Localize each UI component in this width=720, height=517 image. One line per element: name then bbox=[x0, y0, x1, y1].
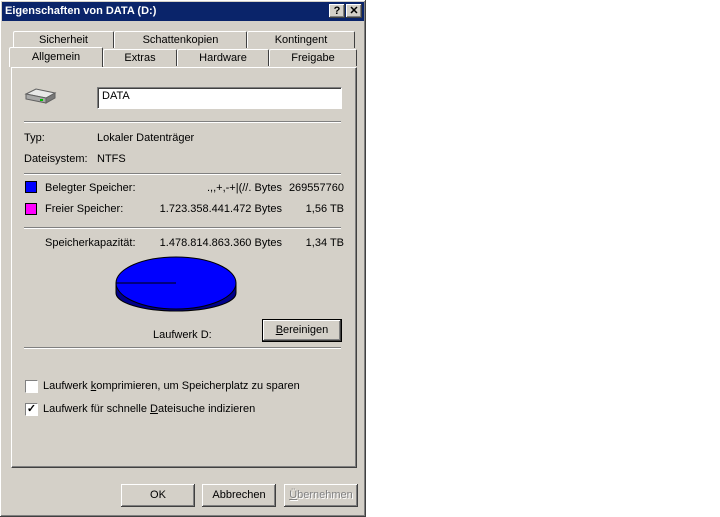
window-title: Eigenschaften von DATA (D:) bbox=[5, 5, 157, 17]
type-value: Lokaler Datenträger bbox=[97, 132, 195, 144]
compress-label-pre: Laufwerk bbox=[43, 380, 91, 392]
divider bbox=[24, 121, 341, 123]
apply-label: bernehmen bbox=[297, 489, 353, 501]
tab-kontingent[interactable]: Kontingent bbox=[247, 31, 355, 48]
tab-freigabe[interactable]: Freigabe bbox=[269, 49, 357, 66]
filesystem-value: NTFS bbox=[97, 153, 126, 165]
divider bbox=[24, 227, 341, 229]
divider bbox=[24, 347, 341, 349]
free-space-label: Freier Speicher: bbox=[45, 203, 124, 215]
used-space-swatch bbox=[25, 181, 37, 193]
tab-sicherheit[interactable]: Sicherheit bbox=[13, 31, 114, 48]
help-button[interactable]: ? bbox=[329, 4, 345, 18]
cleanup-button[interactable]: Bereinigen bbox=[262, 319, 342, 342]
apply-button[interactable]: Übernehmen bbox=[284, 484, 358, 507]
used-space-short: 269557760 bbox=[288, 182, 344, 194]
free-space-bytes: 1.723.358.441.472 Bytes bbox=[159, 203, 282, 215]
index-label-rest: ateisuche indizieren bbox=[157, 403, 256, 415]
free-space-swatch bbox=[25, 203, 37, 215]
apply-accel: Ü bbox=[289, 489, 298, 501]
capacity-short: 1,34 TB bbox=[305, 237, 344, 249]
capacity-bytes: 1.478.814.863.360 Bytes bbox=[159, 237, 282, 249]
tab-allgemein[interactable]: Allgemein bbox=[9, 47, 103, 67]
used-space-label: Belegter Speicher: bbox=[45, 182, 136, 194]
drive-name-input[interactable]: DATA bbox=[97, 87, 342, 109]
usage-pie-chart bbox=[115, 256, 237, 312]
tab-schattenkopien[interactable]: Schattenkopien bbox=[114, 31, 247, 48]
index-accel: D bbox=[150, 403, 158, 415]
ok-button[interactable]: OK bbox=[121, 484, 195, 507]
type-label: Typ: bbox=[24, 132, 45, 144]
used-space-bytes: .,,+,-+|(//. Bytes bbox=[207, 182, 282, 194]
properties-dialog: Eigenschaften von DATA (D:) ? ✕ Sicherhe… bbox=[0, 0, 366, 517]
index-label-pre: Laufwerk für schnelle bbox=[43, 403, 150, 415]
cleanup-label: ereinigen bbox=[283, 324, 329, 336]
title-bar: Eigenschaften von DATA (D:) ? ✕ bbox=[2, 2, 364, 21]
drive-icon bbox=[24, 88, 57, 104]
drive-label: Laufwerk D: bbox=[153, 329, 212, 341]
cleanup-accel: B bbox=[275, 324, 284, 336]
compress-label-rest: omprimieren, um Speicherplatz zu sparen bbox=[96, 380, 300, 392]
free-space-short: 1,56 TB bbox=[305, 203, 344, 215]
compress-checkbox[interactable] bbox=[25, 380, 38, 393]
tab-extras[interactable]: Extras bbox=[103, 49, 177, 66]
compress-label: Laufwerk komprimieren, um Speicherplatz … bbox=[43, 380, 300, 392]
tab-hardware[interactable]: Hardware bbox=[177, 49, 269, 66]
capacity-label: Speicherkapazität: bbox=[45, 237, 136, 249]
divider bbox=[24, 173, 341, 175]
close-button[interactable]: ✕ bbox=[346, 4, 362, 18]
filesystem-label: Dateisystem: bbox=[24, 153, 88, 165]
index-checkbox[interactable]: ✓ bbox=[25, 403, 38, 416]
cancel-button[interactable]: Abbrechen bbox=[202, 484, 276, 507]
index-label: Laufwerk für schnelle Dateisuche indizie… bbox=[43, 403, 255, 415]
